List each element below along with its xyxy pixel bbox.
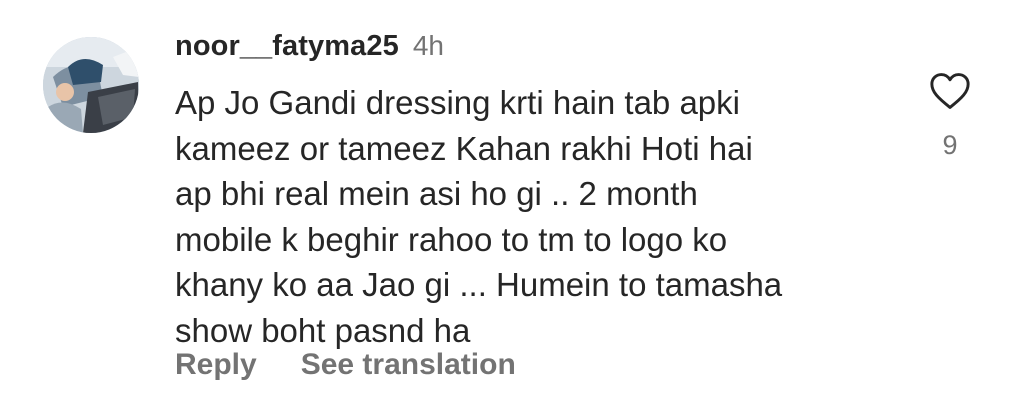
comment-content: noor__fatyma25 4h Ap Jo Gandi dressing k…	[175, 30, 895, 353]
like-section: 9	[928, 72, 972, 161]
avatar-image	[43, 37, 139, 133]
timestamp: 4h	[412, 30, 444, 61]
reply-button[interactable]: Reply	[175, 348, 257, 382]
comment-meta: noor__fatyma25 4h	[175, 30, 895, 74]
avatar[interactable]	[43, 37, 139, 133]
heart-icon[interactable]	[929, 72, 971, 110]
comment: noor__fatyma25 4h Ap Jo Gandi dressing k…	[0, 0, 1024, 410]
like-count: 9	[942, 130, 958, 160]
username[interactable]: noor__fatyma25	[175, 30, 399, 63]
comment-text: Ap Jo Gandi dressing krti hain tab apki …	[175, 84, 783, 349]
see-translation-button[interactable]: See translation	[301, 348, 516, 382]
comment-actions: Reply See translation	[175, 348, 516, 382]
